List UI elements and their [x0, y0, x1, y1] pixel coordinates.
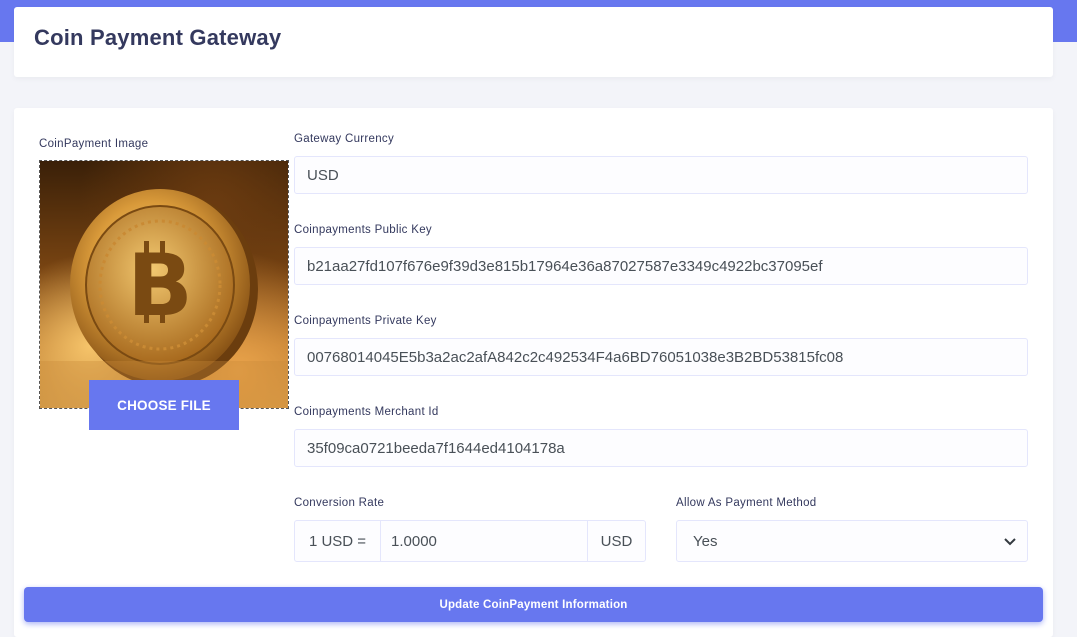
payment-method-value: Yes: [693, 532, 718, 550]
page-header: Coin Payment Gateway: [14, 7, 1053, 77]
public-key-label: Coinpayments Public Key: [294, 224, 432, 236]
private-key-label: Coinpayments Private Key: [294, 315, 437, 327]
conversion-rate-label: Conversion Rate: [294, 497, 385, 509]
public-key-input[interactable]: b21aa27fd107f676e9f39d3e815b17964e36a870…: [294, 247, 1028, 285]
conversion-prefix: 1 USD =: [294, 520, 381, 562]
choose-file-button[interactable]: CHOOSE FILE: [89, 380, 239, 430]
payment-method-select[interactable]: Yes: [676, 520, 1028, 562]
conversion-rate-input[interactable]: 1.0000: [381, 520, 587, 562]
update-button[interactable]: Update CoinPayment Information: [24, 587, 1043, 622]
merchant-id-input[interactable]: 35f09ca0721beeda7f1644ed4104178a: [294, 429, 1028, 467]
payment-method-label: Allow As Payment Method: [676, 497, 817, 509]
image-label: CoinPayment Image: [39, 138, 149, 150]
private-key-input[interactable]: 00768014045E5b3a2ac2afA842c2c492534F4a6B…: [294, 338, 1028, 376]
bitcoin-coin-icon: B: [40, 189, 288, 408]
coin-image-preview[interactable]: B: [39, 160, 289, 409]
chevron-down-icon: [1004, 538, 1016, 546]
currency-label: Gateway Currency: [294, 133, 395, 145]
conversion-suffix: USD: [587, 520, 646, 562]
currency-input[interactable]: USD: [294, 156, 1028, 194]
merchant-id-label: Coinpayments Merchant Id: [294, 406, 439, 418]
conversion-rate-group: 1 USD = 1.0000 USD: [294, 520, 646, 562]
page-title: Coin Payment Gateway: [34, 25, 282, 50]
